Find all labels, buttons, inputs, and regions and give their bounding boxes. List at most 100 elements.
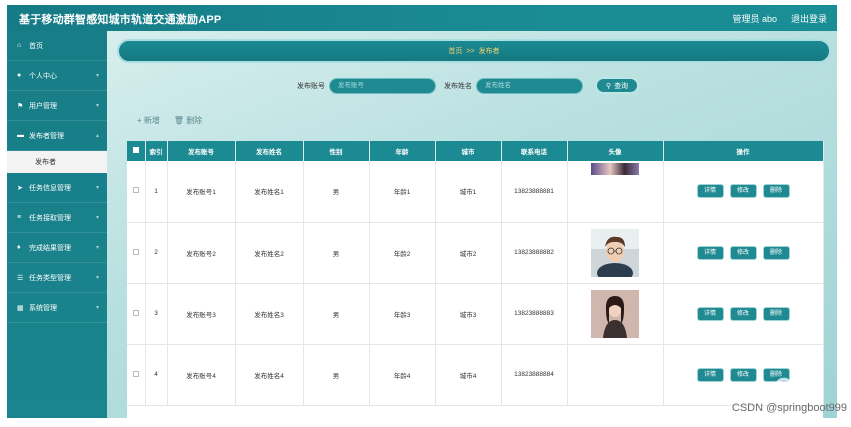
csdn-watermark: CSDN @springboot999	[731, 402, 847, 414]
cell-index: 4	[145, 344, 168, 406]
sidebar-item-users[interactable]: ⚑ 用户管理 ▾	[7, 91, 107, 121]
sidebar-item-task-info[interactable]: ➤ 任务信息管理 ▾	[7, 173, 107, 203]
cell-age: 年龄4	[369, 344, 436, 406]
sidebar-item-label: 发布者管理	[29, 132, 64, 140]
avatar	[591, 163, 639, 175]
detail-button[interactable]: 详情	[696, 306, 724, 321]
search-bar: 发布账号 发布姓名 ⚲ 查询	[297, 77, 639, 94]
table-row: 3 发布账号3 发布姓名3 男 年龄3 城市3 13823888883 详情 修…	[127, 283, 824, 345]
sidebar-item-task-accept[interactable]: ≡ 任务接取管理 ▾	[7, 203, 107, 233]
delete-label: 删除	[186, 116, 203, 125]
sidebar-item-label: 任务类型管理	[29, 274, 71, 282]
chevron-down-icon: ▾	[95, 103, 99, 109]
row-checkbox[interactable]	[127, 222, 146, 284]
app-frame: 基于移动群智感知城市轨道交通激励APP 管理员 abo 退出登录 ⌂ 首页 ● …	[7, 5, 837, 418]
user-label[interactable]: 管理员 abo	[732, 12, 777, 25]
sidebar-item-label: 系统管理	[29, 304, 57, 312]
account-label: 发布账号	[297, 82, 325, 90]
table-row: 2 发布账号2 发布姓名2 男 年龄2 城市2 13823888882 详情 修…	[127, 222, 824, 284]
row-checkbox[interactable]	[127, 344, 146, 406]
sliders-icon: ☰	[17, 274, 24, 282]
cell-avatar	[567, 283, 664, 345]
sidebar-item-results[interactable]: ♦ 完成结果管理 ▾	[7, 233, 107, 263]
search-button[interactable]: ⚲ 查询	[595, 77, 639, 94]
watermark-logo: eV	[774, 367, 815, 400]
cell-ops: 详情 修改 删除	[663, 222, 824, 284]
remove-button[interactable]: 删除	[762, 306, 790, 321]
account-input[interactable]	[329, 77, 436, 94]
table-row: 1 发布账号1 发布姓名1 男 年龄1 城市1 13823888881 详情 修改…	[127, 161, 824, 223]
cell-gender: 男	[303, 161, 370, 223]
cell-avatar	[567, 161, 664, 223]
sidebar-item-publishers[interactable]: ▬ 发布者管理 ▴	[7, 121, 107, 151]
chevron-down-icon: ▾	[95, 245, 99, 251]
sidebar-item-label: 完成结果管理	[29, 244, 71, 252]
col-header: 联系电话	[501, 141, 568, 161]
edit-button[interactable]: 修改	[729, 306, 757, 321]
flag-icon: ⚑	[17, 102, 24, 110]
search-icon: ⚲	[605, 82, 612, 90]
sidebar-item-home[interactable]: ⌂ 首页	[7, 31, 107, 61]
sidebar-item-label: 用户管理	[29, 102, 57, 110]
sidebar-item-personal[interactable]: ● 个人中心 ▾	[7, 61, 107, 91]
detail-button[interactable]: 详情	[696, 184, 724, 199]
breadcrumb-home[interactable]: 首页	[448, 46, 462, 56]
cell-gender: 男	[303, 222, 370, 284]
toolbar: + 新增 🗑︎ 删除	[137, 115, 202, 126]
edit-button[interactable]: 修改	[729, 367, 757, 382]
cell-index: 2	[145, 222, 168, 284]
search-button-label: 查询	[614, 82, 629, 90]
submenu-item-publisher[interactable]: 发布者	[7, 151, 107, 173]
chevron-down-icon: ▾	[95, 275, 99, 281]
sidebar-item-label: 任务接取管理	[29, 214, 71, 222]
edit-button[interactable]: 修改	[729, 184, 757, 199]
chevron-down-icon: ▾	[95, 215, 99, 221]
chevron-down-icon: ▾	[95, 305, 99, 311]
cell-city: 城市2	[435, 222, 502, 284]
name-input[interactable]	[476, 77, 583, 94]
sidebar-item-task-types[interactable]: ☰ 任务类型管理 ▾	[7, 263, 107, 293]
detail-button[interactable]: 详情	[696, 245, 724, 260]
col-header: 性别	[303, 141, 370, 161]
cell-gender: 男	[303, 283, 370, 345]
sidebar-item-system[interactable]: ▦ 系统管理 ▾	[7, 293, 107, 323]
monitor-icon: ▬	[17, 132, 24, 139]
sidebar-item-label: 任务信息管理	[29, 184, 71, 192]
name-label: 发布姓名	[444, 82, 472, 90]
cell-ops: 详情 修改 删除	[663, 161, 824, 223]
col-header: 发布姓名	[235, 141, 304, 161]
col-header: 头像	[567, 141, 664, 161]
add-button[interactable]: + 新增	[137, 115, 160, 126]
cell-city: 城市4	[435, 344, 502, 406]
chevron-up-icon: ▴	[95, 133, 99, 139]
cell-city: 城市3	[435, 283, 502, 345]
sidebar-item-label: 个人中心	[29, 72, 57, 80]
cell-age: 年龄1	[369, 161, 436, 223]
row-checkbox[interactable]	[127, 161, 146, 223]
detail-button[interactable]: 详情	[696, 367, 724, 382]
row-checkbox[interactable]	[127, 283, 146, 345]
cell-phone: 13823888883	[501, 283, 568, 345]
trash-icon: 🗑︎	[173, 116, 187, 125]
cell-name: 发布姓名2	[235, 222, 304, 284]
user-icon: ●	[17, 72, 22, 79]
cell-account: 发布账号4	[167, 344, 236, 406]
delete-button[interactable]: 🗑︎ 删除	[174, 115, 202, 126]
logout-link[interactable]: 退出登录	[791, 12, 827, 25]
stack-icon: ≡	[17, 214, 22, 221]
edit-button[interactable]: 修改	[729, 245, 757, 260]
avatar	[591, 289, 639, 338]
chevron-down-icon: ▾	[95, 73, 99, 79]
remove-button[interactable]: 删除	[762, 245, 790, 260]
cell-index: 3	[145, 283, 168, 345]
chevron-down-icon: ▾	[95, 185, 99, 191]
cell-phone: 13823888882	[501, 222, 568, 284]
app-title: 基于移动群智感知城市轨道交通激励APP	[19, 14, 222, 26]
top-right: 管理员 abo 退出登录	[732, 12, 827, 25]
remove-button[interactable]: 删除	[762, 184, 790, 199]
col-header: 操作	[663, 141, 824, 161]
cell-phone: 13823888881	[501, 161, 568, 223]
avatar	[591, 228, 639, 277]
select-all-checkbox[interactable]	[127, 141, 146, 161]
cell-avatar	[567, 222, 664, 284]
